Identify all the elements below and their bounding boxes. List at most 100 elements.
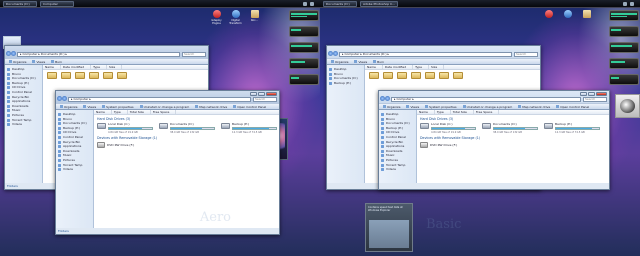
- nav-item[interactable]: Backup (E:): [328, 81, 363, 86]
- uninstall-program-button[interactable]: Uninstall or change a program: [461, 105, 515, 109]
- column-header[interactable]: Date modified: [385, 65, 414, 69]
- forward-icon[interactable]: [385, 96, 390, 101]
- folder-icon[interactable]: [411, 72, 421, 79]
- drive-item[interactable]: Backup (E:) 12.3 GB free of 74.5 GB: [544, 122, 600, 134]
- folder-icon[interactable]: [439, 72, 449, 79]
- column-header[interactable]: Total Size: [453, 110, 474, 114]
- column-header[interactable]: Type: [437, 110, 451, 114]
- dvd-drive-item[interactable]: DVD RW Drive (F:): [420, 141, 609, 148]
- column-header[interactable]: Total Size: [130, 110, 151, 114]
- tray-icon[interactable]: [630, 1, 634, 6]
- folder-icon[interactable]: [103, 72, 113, 79]
- folder-icon[interactable]: [75, 72, 85, 79]
- column-header[interactable]: Date modified: [63, 65, 92, 69]
- search-input[interactable]: Search: [583, 97, 607, 102]
- column-header[interactable]: Name: [419, 110, 435, 114]
- column-header[interactable]: Free Space: [476, 110, 500, 114]
- close-icon[interactable]: [266, 92, 277, 96]
- views-button[interactable]: Views: [81, 105, 98, 109]
- column-header[interactable]: Name: [45, 65, 61, 69]
- maximize-icon[interactable]: [588, 92, 595, 96]
- gadget[interactable]: [609, 10, 639, 21]
- folder-icon[interactable]: [117, 72, 127, 79]
- organize-button[interactable]: Organize: [329, 60, 350, 64]
- folders-toggle[interactable]: Folders: [5, 181, 43, 189]
- drive-item[interactable]: Local Disk (C:) 4.84 GB free of 19.9 GB: [97, 122, 153, 134]
- desktop-icon[interactable]: [580, 10, 593, 19]
- folder-icon[interactable]: [425, 72, 435, 79]
- dvd-drive-item[interactable]: DVD RW Drive (F:): [97, 141, 279, 148]
- desktop-icon[interactable]: Digital Transform: [229, 10, 242, 25]
- organize-button[interactable]: Organize: [58, 105, 79, 109]
- gadget[interactable]: [289, 42, 319, 53]
- folder-icon[interactable]: [397, 72, 407, 79]
- views-button[interactable]: Views: [30, 60, 47, 64]
- map-network-drive-button[interactable]: Map network drive: [193, 105, 229, 109]
- minimize-icon[interactable]: [250, 92, 257, 96]
- column-header[interactable]: Type: [93, 65, 108, 69]
- close-icon[interactable]: [596, 92, 607, 96]
- open-control-panel-button[interactable]: Open Control Panel: [554, 105, 591, 109]
- tray-icon[interactable]: [303, 1, 307, 6]
- address-bar[interactable]: ▸ Computer ▸: [68, 97, 251, 102]
- gadget[interactable]: [289, 58, 319, 69]
- minimize-icon[interactable]: [580, 92, 587, 96]
- folders-toggle[interactable]: Folders: [56, 226, 94, 234]
- folder-icon[interactable]: [89, 72, 99, 79]
- folder-icon[interactable]: [61, 72, 71, 79]
- column-header[interactable]: Name: [96, 110, 112, 114]
- folder-icon[interactable]: [383, 72, 393, 79]
- gadget[interactable]: [289, 74, 319, 85]
- search-input[interactable]: Search: [182, 52, 206, 57]
- forward-icon[interactable]: [11, 51, 16, 56]
- uninstall-program-button[interactable]: Uninstall or change a program: [138, 105, 192, 109]
- taskbar-button-0[interactable]: Documents (D:): [3, 0, 37, 7]
- address-bar[interactable]: ▸ Computer ▸ Documents (D:) ▸: [339, 52, 512, 57]
- desktop-icon[interactable]: [561, 10, 574, 19]
- taskbar-button-1[interactable]: Computer: [40, 0, 74, 7]
- explorer-window-computer[interactable]: ▸ Computer ▸ Search Organize Views Syste…: [55, 90, 280, 235]
- search-input[interactable]: Search: [514, 52, 538, 57]
- open-control-panel-button[interactable]: Open Control Panel: [231, 105, 268, 109]
- explorer-window-computer[interactable]: ▸ Computer ▸ Search Organize Views Syste…: [378, 90, 610, 190]
- burn-button[interactable]: Burn: [49, 60, 64, 64]
- column-header[interactable]: Type: [415, 65, 430, 69]
- folder-icon[interactable]: [369, 72, 379, 79]
- folder-icon[interactable]: [453, 72, 463, 79]
- burn-button[interactable]: Burn: [371, 60, 386, 64]
- tray-icon[interactable]: [310, 1, 314, 6]
- views-button[interactable]: Views: [352, 60, 369, 64]
- organize-button[interactable]: Organize: [7, 60, 28, 64]
- desktop-icon[interactable]: [542, 10, 555, 19]
- system-properties-button[interactable]: System properties: [423, 105, 458, 109]
- gadget[interactable]: [609, 58, 639, 69]
- nav-item[interactable]: Videos: [57, 167, 92, 172]
- system-properties-button[interactable]: System properties: [100, 105, 135, 109]
- nav-item[interactable]: Videos: [6, 122, 41, 127]
- drive-item[interactable]: Documents (D:) 38.0 GB free of 132 GB: [482, 122, 538, 134]
- desktop-icon[interactable]: Roc...: [248, 10, 261, 25]
- address-bar[interactable]: ▸ Computer ▸ Documents (D:) ▸: [17, 52, 180, 57]
- column-header[interactable]: Free Space: [153, 110, 177, 114]
- tray-icon[interactable]: [623, 1, 627, 6]
- drive-item[interactable]: Backup (E:) 12.3 GB free of 74.5 GB: [221, 122, 277, 134]
- views-button[interactable]: Views: [404, 105, 421, 109]
- search-input[interactable]: Search: [253, 97, 277, 102]
- gadget[interactable]: [609, 74, 639, 85]
- map-network-drive-button[interactable]: Map network drive: [516, 105, 552, 109]
- taskbar-thumbnail-preview[interactable]: Contains speed test data at Windows Expl…: [365, 203, 413, 252]
- gadget[interactable]: [289, 10, 319, 21]
- address-bar[interactable]: ▸ Computer ▸: [391, 97, 581, 102]
- folder-icon[interactable]: [47, 72, 57, 79]
- nav-item[interactable]: Videos: [380, 167, 415, 172]
- column-header[interactable]: Size: [431, 65, 445, 69]
- forward-icon[interactable]: [62, 96, 67, 101]
- gadget[interactable]: [609, 42, 639, 53]
- column-header[interactable]: Type: [114, 110, 128, 114]
- gadget[interactable]: [609, 26, 639, 37]
- taskbar-button-0[interactable]: Documents (D:): [323, 0, 357, 7]
- column-header[interactable]: Size: [109, 65, 123, 69]
- drive-item[interactable]: Local Disk (C:) 4.84 GB free of 19.9 GB: [420, 122, 476, 134]
- forward-icon[interactable]: [333, 51, 338, 56]
- maximize-icon[interactable]: [258, 92, 265, 96]
